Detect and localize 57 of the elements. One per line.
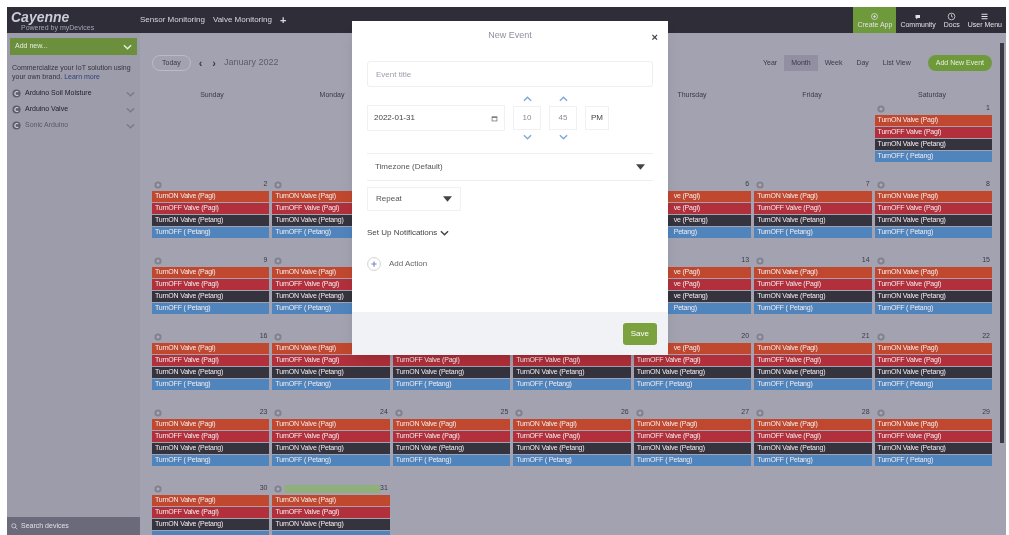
add-circle-icon (876, 408, 885, 417)
chevron-up-button[interactable] (558, 96, 568, 102)
add-circle-icon (274, 484, 283, 493)
dialog-title: New Event (488, 29, 532, 43)
event-title-field[interactable]: Event title (367, 61, 653, 87)
add-circle-icon (154, 256, 162, 265)
add-circle-icon (876, 256, 885, 265)
add-circle-icon (274, 332, 283, 341)
chevron-down-button[interactable] (522, 134, 532, 140)
hour-field[interactable]: 10 (513, 106, 541, 130)
add-circle-icon (154, 180, 162, 189)
search-icon (11, 522, 18, 530)
am-pm-toggle[interactable]: PM (585, 106, 609, 130)
add-circle-icon (274, 180, 283, 189)
device-logo-icon (12, 89, 21, 98)
chevron-down-icon (440, 230, 450, 236)
add-circle-icon (515, 408, 524, 417)
add-circle-icon (756, 180, 765, 189)
add-circle-icon (274, 408, 283, 417)
dashboard-tab[interactable]: Valve Monitoring (212, 14, 272, 26)
device-logo-icon (12, 105, 21, 114)
minute-field[interactable]: 45 (549, 106, 577, 130)
plus-circle-icon (367, 257, 381, 271)
caret-icon (443, 196, 452, 202)
date-field[interactable]: 2022-01-31 (367, 105, 505, 131)
add-circle-icon (876, 332, 885, 341)
chevron-down-button[interactable] (558, 134, 568, 140)
add-circle-icon (756, 256, 765, 265)
menu-icon (980, 11, 990, 21)
device-logo-icon (12, 121, 21, 130)
add-circle-icon (876, 104, 885, 113)
add-circle-icon (635, 408, 644, 417)
add-circle-icon (154, 408, 162, 417)
scrollbar[interactable] (1000, 43, 1004, 443)
calendar-icon (491, 114, 498, 122)
add-circle-icon (274, 256, 283, 265)
dashboard-tab[interactable]: Sensor Monitoring (140, 14, 205, 26)
dashboard-tab[interactable]: + (279, 11, 287, 29)
chevron-up-button[interactable] (522, 96, 532, 102)
add-circle-icon (756, 408, 765, 417)
previous-button[interactable]: ‹ (196, 54, 205, 72)
close-button[interactable]: × (651, 29, 658, 46)
save-button[interactable]: Save (622, 322, 657, 345)
add-circle-icon (394, 408, 403, 417)
month-title: January 2022 (224, 56, 279, 70)
add-circle-icon (756, 332, 765, 341)
repeat-select[interactable]: Repeat (367, 187, 461, 211)
add-circle-icon (154, 484, 162, 493)
chevron-down-icon (123, 43, 132, 50)
timezone-select[interactable]: Timezone (Default) (367, 153, 653, 181)
caret-icon (636, 164, 645, 170)
clock-icon (947, 11, 957, 21)
add-circle-icon (154, 332, 162, 341)
logo: Cayenne (11, 9, 71, 24)
next-button[interactable]: › (210, 54, 219, 72)
add-circle-icon (876, 180, 885, 189)
plus-circle-icon (870, 11, 880, 21)
